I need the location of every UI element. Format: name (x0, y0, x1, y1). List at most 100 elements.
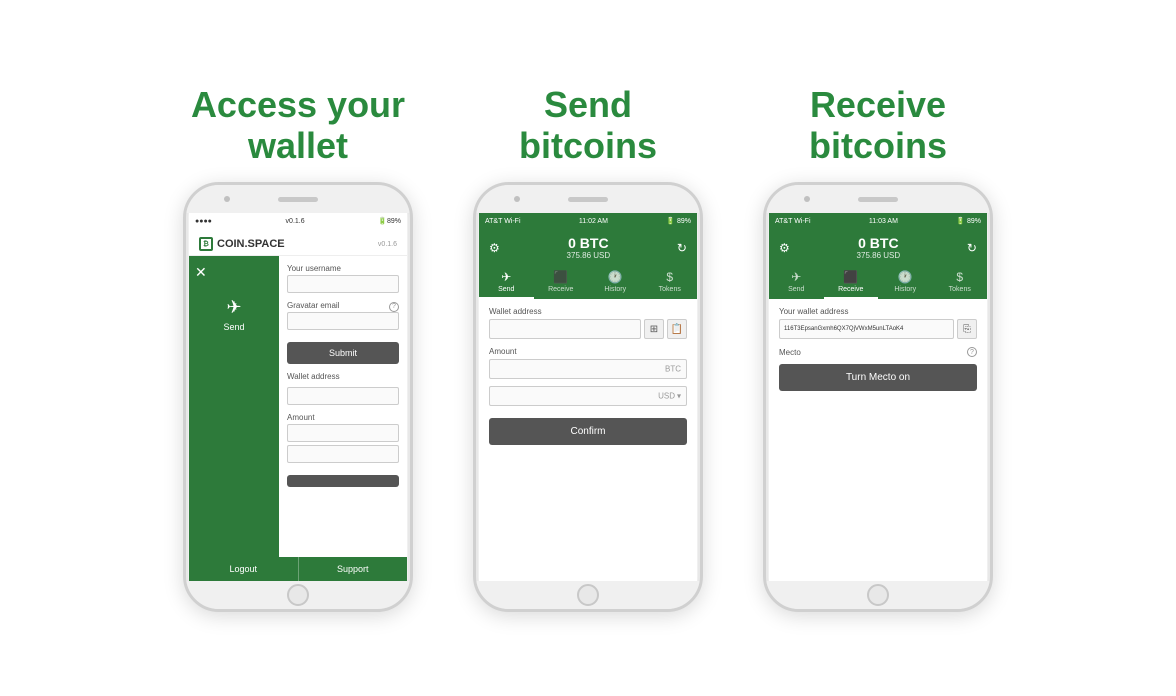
amount-input-1[interactable] (287, 424, 399, 442)
balance-btc-2: 0 BTC (567, 235, 611, 251)
receive-tab-icon-3: ⬛ (843, 270, 858, 284)
receive-form: Your wallet address 116T3EpsanGxmh6QX7Qj… (769, 299, 987, 581)
send-tab-icon-2: ✈ (501, 270, 511, 284)
your-wallet-address-field: Your wallet address 116T3EpsanGxmh6QX7Qj… (779, 307, 977, 339)
close-icon[interactable]: ✕ (195, 264, 273, 281)
front-camera-2 (514, 196, 520, 202)
mecto-field: Mecto ? Turn Mecto on (779, 347, 977, 391)
receive-app-header: ⚙ 0 BTC 375.86 USD ↻ (769, 229, 987, 266)
tab-tokens-2[interactable]: $ Tokens (643, 266, 698, 299)
refresh-icon-3[interactable]: ↻ (967, 241, 977, 255)
app1-split: ✕ ✈ Send Your username (189, 256, 407, 557)
status-version: v0.1.6 (286, 218, 305, 225)
address-with-copy: 116T3EpsanGxmh6QX7QjVWxM5unLTAoK4 ⎘ (779, 319, 977, 339)
amount-label: Amount (287, 413, 399, 422)
mecto-info-icon[interactable]: ? (967, 347, 977, 357)
send-title: Send bitcoins (519, 84, 657, 167)
wallet-title: Access your wallet (191, 84, 405, 167)
submit-button[interactable]: Submit (287, 342, 399, 364)
sidebar-panel: ✕ ✈ Send (189, 256, 279, 557)
tab-tokens-3[interactable]: $ Tokens (933, 266, 988, 299)
send-tab-icon-3: ✈ (791, 270, 801, 284)
btc-input[interactable] (489, 359, 687, 379)
your-wallet-address-label: Your wallet address (779, 307, 977, 316)
status-left-1: ●●●● (195, 218, 212, 225)
turn-mecto-button[interactable]: Turn Mecto on (779, 364, 977, 391)
wallet-address-section: Wallet address (287, 372, 399, 405)
gravatar-input[interactable] (287, 312, 399, 330)
nav-tabs-2: ✈ Send ⬛ Receive 🕐 History $ Tokens (479, 266, 697, 299)
copy-address-button[interactable]: ⎘ (957, 319, 977, 339)
confirm-button-1[interactable] (287, 475, 399, 487)
status-bar-3: AT&T Wi-Fi 11:03 AM 🔋89% (769, 213, 987, 229)
version-text: v0.1.6 (378, 241, 397, 248)
wallet-address-input-row: ⊞ 📋 (489, 319, 687, 339)
wallet-address-input[interactable] (287, 387, 399, 405)
send-app-header: ⚙ 0 BTC 375.86 USD ↻ (479, 229, 697, 266)
amount-field-2: Amount BTC USD ▾ (489, 347, 687, 406)
settings-icon-2[interactable]: ⚙ (489, 241, 500, 255)
phone-send: AT&T Wi-Fi 11:02 AM 🔋89% ⚙ 0 BTC 375.86 … (473, 182, 703, 612)
usd-suffix: USD ▾ (658, 392, 681, 401)
front-camera-1 (224, 196, 230, 202)
login-form: Your username Gravatar email ? Submit (279, 256, 407, 557)
tab-send-3[interactable]: ✈ Send (769, 266, 824, 299)
support-button[interactable]: Support (298, 557, 408, 581)
usd-input-wrap: USD ▾ (489, 386, 687, 406)
receive-tab-icon-2: ⬛ (553, 270, 568, 284)
username-label: Your username (287, 264, 399, 273)
phone-screen-2: AT&T Wi-Fi 11:02 AM 🔋89% ⚙ 0 BTC 375.86 … (479, 213, 697, 581)
phone-screen-1: ●●●● v0.1.6 🔋89% ₿ COIN.SPACE v0.1.6 (189, 213, 407, 581)
info-icon[interactable]: ? (389, 302, 399, 312)
send-section: Send bitcoins AT&T Wi-Fi 11:02 AM 🔋89% ⚙ (473, 84, 703, 613)
tab-history-2[interactable]: 🕐 History (588, 266, 643, 299)
home-button-3[interactable] (867, 584, 889, 606)
paste-button[interactable]: 📋 (667, 319, 687, 339)
home-button-2[interactable] (577, 584, 599, 606)
phone-receive: AT&T Wi-Fi 11:03 AM 🔋89% ⚙ 0 BTC 375.86 … (763, 182, 993, 612)
status-time-3: 11:03 AM (869, 218, 898, 225)
balance-usd-3: 375.86 USD (857, 251, 901, 260)
mecto-label-row: Mecto ? (779, 347, 977, 357)
sidebar-send-button[interactable]: ✈ Send (195, 297, 273, 332)
settings-icon-3[interactable]: ⚙ (779, 241, 790, 255)
phone-top-bar-2 (476, 185, 700, 213)
phone-bottom-bar-1 (186, 581, 410, 609)
gravatar-label-row: Gravatar email ? (287, 301, 399, 312)
status-left-2: AT&T Wi-Fi (485, 218, 521, 225)
refresh-icon-2[interactable]: ↻ (677, 241, 687, 255)
wallet-address-label-2: Wallet address (489, 307, 687, 316)
nav-tabs-3: ✈ Send ⬛ Receive 🕐 History $ Tokens (769, 266, 987, 299)
mecto-label: Mecto (779, 348, 801, 357)
speaker-1 (278, 197, 318, 202)
tokens-tab-icon-2: $ (666, 270, 673, 284)
tab-send-2[interactable]: ✈ Send (479, 266, 534, 299)
tokens-tab-icon-3: $ (956, 270, 963, 284)
receive-section: Receive bitcoins AT&T Wi-Fi 11:03 AM 🔋89… (763, 84, 993, 613)
phone-top-bar-3 (766, 185, 990, 213)
status-bar-2: AT&T Wi-Fi 11:02 AM 🔋89% (479, 213, 697, 229)
tab-history-3[interactable]: 🕐 History (878, 266, 933, 299)
history-tab-icon-2: 🕐 (608, 270, 623, 284)
qr-scan-button[interactable]: ⊞ (644, 319, 664, 339)
amount-group: Amount (287, 413, 399, 463)
app1-header: ₿ COIN.SPACE v0.1.6 (189, 229, 407, 256)
balance-btc-3: 0 BTC (857, 235, 901, 251)
balance-display-3: 0 BTC 375.86 USD (857, 235, 901, 260)
logout-button[interactable]: Logout (189, 557, 298, 581)
amount-input-2[interactable] (287, 445, 399, 463)
tab-receive-3[interactable]: ⬛ Receive (824, 266, 879, 299)
home-button-1[interactable] (287, 584, 309, 606)
wallet-address-input-2[interactable] (489, 319, 641, 339)
tab-receive-2[interactable]: ⬛ Receive (534, 266, 589, 299)
wallet-address-label: Wallet address (287, 372, 399, 381)
send-icon: ✈ (226, 297, 241, 318)
status-right-2: 🔋89% (666, 217, 691, 225)
page-container: Access your wallet ●●●● v0.1.6 🔋89% ₿ (20, 84, 1156, 613)
phone-wallet: ●●●● v0.1.6 🔋89% ₿ COIN.SPACE v0.1.6 (183, 182, 413, 612)
confirm-button[interactable]: Confirm (489, 418, 687, 445)
balance-usd-2: 375.86 USD (567, 251, 611, 260)
status-right-3: 🔋89% (956, 217, 981, 225)
gravatar-label: Gravatar email (287, 301, 339, 310)
username-input[interactable] (287, 275, 399, 293)
